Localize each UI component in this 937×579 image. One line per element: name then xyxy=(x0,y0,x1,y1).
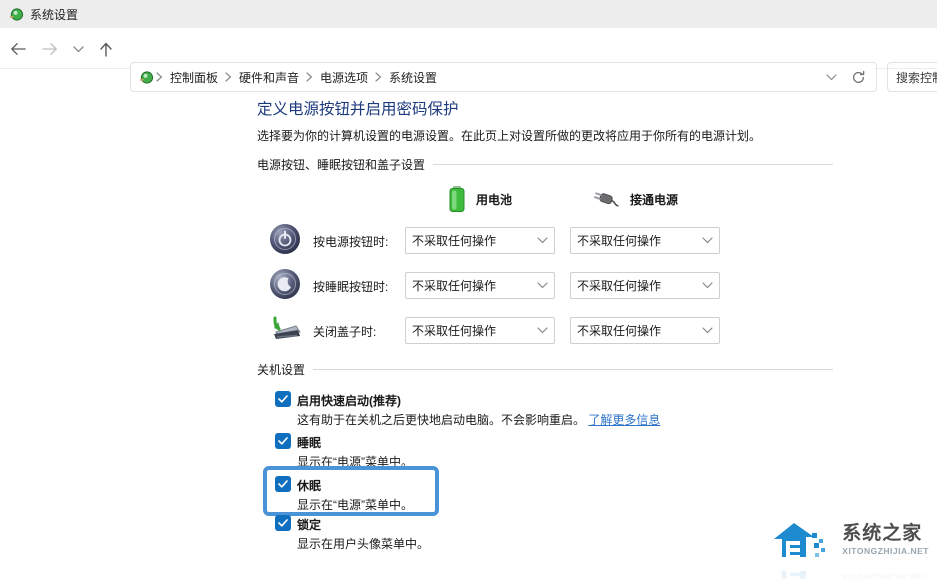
checkbox-lock-desc: 显示在用户头像菜单中。 xyxy=(297,537,430,551)
breadcrumb-chevron-icon xyxy=(156,72,163,82)
address-bar[interactable]: 控制面板 硬件和声音 电源选项 系统设置 xyxy=(130,62,877,92)
page-subtitle: 选择要为你的计算机设置的电源设置。在此页上对设置所做的更改将应用于你所有的电源计… xyxy=(257,129,762,143)
checkbox-hibernate-desc: 显示在“电源”菜单中。 xyxy=(297,498,413,512)
checkbox-lock-label: 锁定 xyxy=(297,518,322,532)
watermark-name: 系统之家 xyxy=(842,522,923,544)
section-divider xyxy=(313,369,833,370)
chevron-down-icon xyxy=(702,327,713,334)
back-arrow-icon xyxy=(11,43,26,55)
breadcrumb-power-options[interactable]: 电源选项 xyxy=(313,69,375,86)
dropdown-power-button-on-battery[interactable]: 不采取任何操作 xyxy=(405,227,555,254)
section-power-buttons: 电源按钮、睡眠按钮和盖子设置 xyxy=(257,156,833,173)
dropdown-sleep-button-on-battery[interactable]: 不采取任何操作 xyxy=(405,272,555,299)
fast-startup-desc-text: 这有助于在关机之后更快地启动电脑。不会影响重启。 xyxy=(297,413,586,427)
watermark-logo: 系统之家 XITONGZHIJIA.NET xyxy=(772,515,929,565)
checkbox-fast-startup-desc: 这有助于在关机之后更快地启动电脑。不会影响重启。 了解更多信息 xyxy=(297,411,660,428)
refresh-icon xyxy=(853,70,865,83)
page-title: 定义电源按钮并启用密码保护 xyxy=(257,101,459,118)
learn-more-link[interactable]: 了解更多信息 xyxy=(588,413,660,427)
watermark-reflection: 系统之家 XITONGZHIJIA.NET xyxy=(772,563,929,579)
checkbox-sleep-label: 睡眠 xyxy=(297,436,322,450)
recent-locations-button[interactable] xyxy=(66,37,90,61)
forward-arrow-icon xyxy=(42,43,57,55)
tab-title: 系统设置 xyxy=(30,7,79,22)
checkmark-icon xyxy=(278,395,288,403)
close-lid-icon xyxy=(266,312,301,346)
battery-icon xyxy=(449,186,465,212)
search-placeholder-text: 搜索控制面板 xyxy=(896,70,937,85)
breadcrumb-hardware-sound[interactable]: 硬件和声音 xyxy=(232,69,306,86)
checkbox-hibernate[interactable] xyxy=(275,476,291,492)
window: 系统设置 控制面板 硬件和声音 电源选项 系统设置 搜索控 定义电源按钮并启用密… xyxy=(0,0,937,579)
checkbox-fast-startup[interactable] xyxy=(275,391,291,407)
back-button[interactable] xyxy=(6,37,30,61)
search-input[interactable]: 搜索控制面板 xyxy=(887,62,937,92)
section-shutdown: 关机设置 xyxy=(257,361,833,378)
up-arrow-icon xyxy=(100,42,112,57)
column-plugged-in: 接通电源 xyxy=(592,189,678,209)
section-power-buttons-label: 电源按钮、睡眠按钮和盖子设置 xyxy=(257,158,426,172)
checkbox-sleep[interactable] xyxy=(275,433,291,449)
dropdown-power-button-plugged-in[interactable]: 不采取任何操作 xyxy=(570,227,720,254)
checkmark-icon xyxy=(278,480,288,488)
checkbox-fast-startup-label: 启用快速启动(推荐) xyxy=(297,394,401,408)
watermark-domain: XITONGZHIJIA.NET xyxy=(842,545,929,556)
row-power-button-label: 按电源按钮时: xyxy=(313,235,389,249)
breadcrumb-system-settings[interactable]: 系统设置 xyxy=(382,69,444,86)
tab-system-settings[interactable]: 系统设置 xyxy=(0,0,210,28)
dropdown-sleep-button-plugged-in[interactable]: 不采取任何操作 xyxy=(570,272,720,299)
chevron-down-icon xyxy=(537,327,548,334)
forward-button[interactable] xyxy=(38,37,62,61)
sleep-button-icon xyxy=(268,267,302,301)
power-plug-icon xyxy=(9,7,24,21)
breadcrumb-control-panel[interactable]: 控制面板 xyxy=(163,69,225,86)
chevron-down-icon xyxy=(702,282,713,289)
xitongzhijia-house-icon xyxy=(774,523,826,559)
chevron-down-icon xyxy=(537,237,548,244)
column-on-battery: 用电池 xyxy=(446,184,512,214)
breadcrumb-chevron-icon xyxy=(225,72,232,82)
row-close-lid-label: 关闭盖子时: xyxy=(313,325,377,339)
refresh-button[interactable] xyxy=(851,70,866,85)
address-dropdown-button[interactable] xyxy=(826,73,837,81)
chevron-down-icon xyxy=(826,73,837,80)
ac-plug-icon xyxy=(593,192,619,207)
checkmark-icon xyxy=(278,519,288,527)
chevron-down-icon xyxy=(702,237,713,244)
checkmark-icon xyxy=(278,437,288,445)
column-on-battery-label: 用电池 xyxy=(476,192,513,207)
chevron-down-icon xyxy=(537,282,548,289)
power-button-icon xyxy=(268,222,302,256)
column-plugged-in-label: 接通电源 xyxy=(630,192,679,207)
dropdown-close-lid-on-battery[interactable]: 不采取任何操作 xyxy=(405,317,555,344)
tab-bar: 系统设置 xyxy=(0,0,937,28)
up-button[interactable] xyxy=(94,37,118,61)
row-sleep-button-label: 按睡眠按钮时: xyxy=(313,280,389,294)
breadcrumb-chevron-icon xyxy=(375,72,382,82)
navigation-toolbar: 控制面板 硬件和声音 电源选项 系统设置 搜索控 xyxy=(0,28,937,92)
chevron-down-icon xyxy=(72,45,84,52)
location-power-icon xyxy=(139,70,154,84)
breadcrumb-chevron-icon xyxy=(306,72,313,82)
checkbox-lock[interactable] xyxy=(275,515,291,531)
section-divider xyxy=(433,164,833,165)
section-shutdown-label: 关机设置 xyxy=(257,363,306,377)
dropdown-close-lid-plugged-in[interactable]: 不采取任何操作 xyxy=(570,317,720,344)
checkbox-hibernate-label: 休眠 xyxy=(297,479,322,493)
